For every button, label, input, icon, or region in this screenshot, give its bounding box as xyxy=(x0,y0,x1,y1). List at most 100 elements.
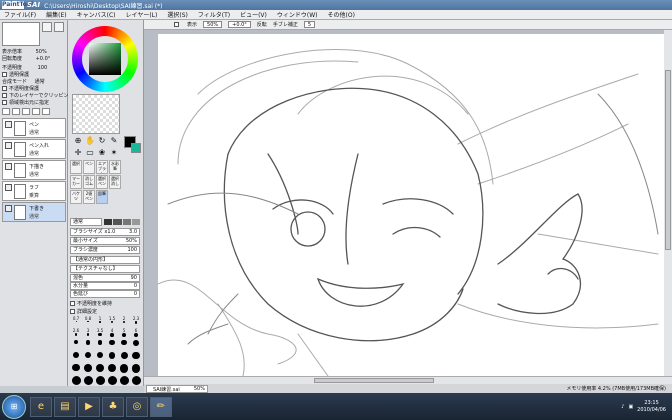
media-icon[interactable]: ▶ xyxy=(78,396,100,417)
brush-size-cell[interactable]: 1.5 xyxy=(106,316,118,328)
mode-select[interactable]: 通常 xyxy=(70,218,102,226)
folder-icon[interactable]: ▤ xyxy=(54,396,76,417)
menu-edit[interactable]: 編集(E) xyxy=(46,10,66,19)
scroll-thumb[interactable] xyxy=(314,378,434,383)
brush-texture-select[interactable]: 【テクスチャなし】 xyxy=(70,265,140,273)
clear-layer-icon[interactable] xyxy=(32,108,40,115)
new-layer-icon[interactable] xyxy=(2,108,10,115)
brush-size-cell[interactable]: 5 xyxy=(118,328,130,340)
brush-size-slider[interactable]: ブラシサイズ x1.0 3.0 xyxy=(70,228,140,236)
brush-size-cell[interactable] xyxy=(82,376,94,388)
angle-row[interactable]: 回転角度 +0.0° xyxy=(2,55,50,62)
brush-shape-select[interactable]: 【通常の円形】 xyxy=(70,256,140,264)
blend-slider[interactable]: 混色 90 xyxy=(70,274,140,282)
zoom-tool-icon[interactable]: ⊕ xyxy=(72,136,84,146)
eye-icon[interactable] xyxy=(5,142,12,149)
tool-cell[interactable]: 水彩筆 xyxy=(109,160,121,174)
scroll-thumb[interactable] xyxy=(665,70,671,250)
zoom-box[interactable]: 50% xyxy=(203,21,223,28)
tip-icon[interactable] xyxy=(131,219,140,225)
brush-size-cell[interactable] xyxy=(130,352,142,364)
volume-icon[interactable]: ♪ xyxy=(621,404,624,410)
zoom-row[interactable]: 表示倍率 50% xyxy=(2,48,47,55)
color-square[interactable] xyxy=(89,43,121,75)
document-tab[interactable]: SAI練習.sai 50% xyxy=(146,384,208,393)
brush-size-cell[interactable] xyxy=(118,376,130,388)
vertical-scrollbar[interactable] xyxy=(664,30,672,376)
tool-cell[interactable]: 選択 xyxy=(70,160,82,174)
water-slider[interactable]: 水分量 0 xyxy=(70,282,140,290)
layer-item[interactable]: ラフ 乗算 xyxy=(2,181,66,201)
swatch-palette[interactable] xyxy=(72,94,120,134)
eye-icon[interactable] xyxy=(5,184,12,191)
layer-item[interactable]: ペン入れ 通常 xyxy=(2,139,66,159)
brush-size-cell[interactable]: 1 xyxy=(94,316,106,328)
protect-row[interactable]: 透明保護 xyxy=(2,71,29,78)
brush-size-cell[interactable]: 0.7 xyxy=(70,316,82,328)
horizontal-scrollbar[interactable] xyxy=(144,376,672,384)
menu-filter[interactable]: フィルタ(T) xyxy=(198,10,230,19)
layer-item-selected[interactable]: 下書き 通常 xyxy=(2,202,66,222)
brush-size-cell[interactable] xyxy=(82,340,94,352)
merge-layer-icon[interactable] xyxy=(22,108,30,115)
brush-size-cell[interactable] xyxy=(130,376,142,388)
brush-size-cell[interactable] xyxy=(70,340,82,352)
brush-size-cell[interactable]: 3 xyxy=(82,328,94,340)
eye-icon[interactable] xyxy=(5,121,12,128)
canvas-area[interactable] xyxy=(144,30,672,376)
brush-size-cell[interactable] xyxy=(106,340,118,352)
rotate-tool-icon[interactable]: ↻ xyxy=(96,136,108,146)
select-rect-icon[interactable]: ▭ xyxy=(84,148,96,158)
background-color[interactable] xyxy=(131,143,141,153)
brush-size-cell[interactable] xyxy=(94,364,106,376)
hand-tool-icon[interactable]: ✋ xyxy=(84,136,96,146)
brush-size-cell[interactable]: 4 xyxy=(106,328,118,340)
brush-size-cell[interactable] xyxy=(130,340,142,352)
brush-size-cell[interactable]: 2.3 xyxy=(130,316,142,328)
tool-cell[interactable]: マーカー xyxy=(70,175,82,189)
brush-size-cell[interactable]: 2.6 xyxy=(70,328,82,340)
keep-opacity-check[interactable]: 不透明度を維持 xyxy=(70,300,112,307)
navigator-button[interactable] xyxy=(42,22,52,32)
menu-view[interactable]: ビュー(V) xyxy=(240,10,267,19)
eye-icon[interactable] xyxy=(5,205,12,212)
brush-size-cell[interactable] xyxy=(118,364,130,376)
brush-size-cell[interactable] xyxy=(70,352,82,364)
menu-file[interactable]: ファイル(F) xyxy=(4,10,36,19)
eye-icon[interactable] xyxy=(5,163,12,170)
menu-other[interactable]: その他(O) xyxy=(328,10,355,19)
check-clipping[interactable]: 下のレイヤーでクリッピング xyxy=(2,92,74,99)
delete-layer-icon[interactable] xyxy=(42,108,50,115)
brush-size-cell[interactable]: 3.5 xyxy=(94,328,106,340)
brush-size-cell[interactable]: 6 xyxy=(130,328,142,340)
tool-cell[interactable]: 2値ペン xyxy=(83,190,95,204)
angle-box[interactable]: +0.0° xyxy=(228,21,251,28)
brush-size-cell[interactable] xyxy=(70,376,82,388)
drawing-paper[interactable] xyxy=(158,34,672,376)
layer-item[interactable]: ペン 通常 xyxy=(2,118,66,138)
tool-cell[interactable]: ペン xyxy=(83,160,95,174)
magic-wand-icon[interactable]: ✶ xyxy=(108,148,120,158)
density-slider[interactable]: ブラシ濃度 100 xyxy=(70,246,140,254)
brush-size-cell[interactable]: 0.8 xyxy=(82,316,94,328)
brush-size-cell[interactable] xyxy=(106,376,118,388)
layer-opacity-row[interactable]: 不透明度 100 xyxy=(2,64,47,71)
sai-taskbar-icon[interactable]: ✏ xyxy=(150,396,172,417)
tool-cell[interactable]: バケツ xyxy=(70,190,82,204)
layer-item[interactable]: 下描き 通常 xyxy=(2,160,66,180)
clock[interactable]: 23:15 2010/04/06 xyxy=(637,400,666,414)
min-size-slider[interactable]: 最小サイズ 50% xyxy=(70,237,140,245)
brush-size-cell[interactable] xyxy=(118,340,130,352)
color-wheel[interactable] xyxy=(72,26,138,92)
tip-icon[interactable] xyxy=(113,219,122,225)
navigator-thumbnail[interactable] xyxy=(2,22,40,46)
chrome-icon[interactable]: ◎ xyxy=(126,396,148,417)
lasso-icon[interactable]: ❀ xyxy=(96,148,108,158)
brush-size-cell[interactable] xyxy=(70,364,82,376)
navigator-button[interactable] xyxy=(54,22,64,32)
brush-size-cell[interactable] xyxy=(130,364,142,376)
menu-window[interactable]: ウィンドウ(W) xyxy=(277,10,318,19)
blend-mode-row[interactable]: 合成モード 通常 xyxy=(2,78,45,85)
tip-icon[interactable] xyxy=(122,219,131,225)
brush-size-cell[interactable] xyxy=(82,352,94,364)
